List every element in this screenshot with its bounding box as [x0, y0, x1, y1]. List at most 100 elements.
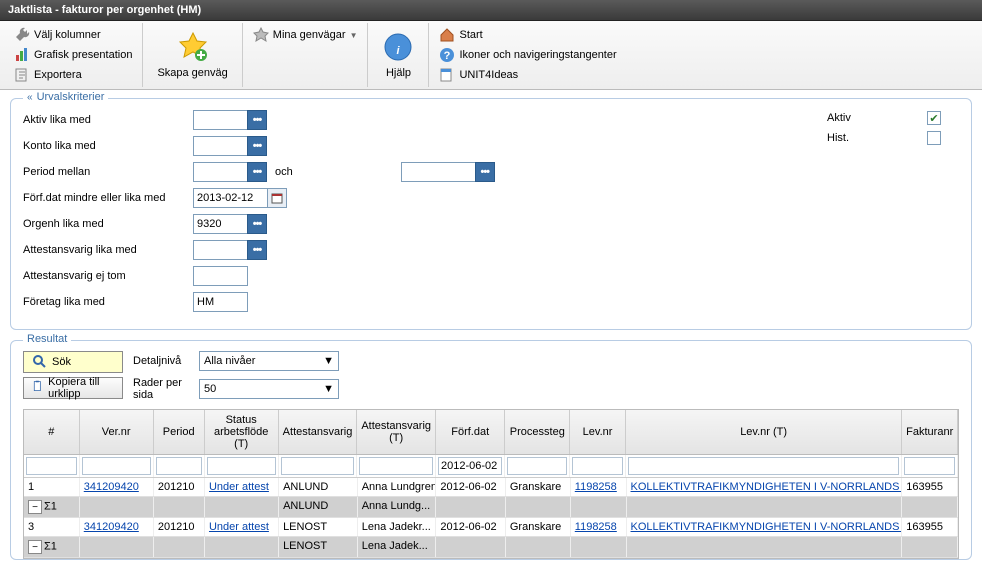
unit4ideas-button[interactable]: UNIT4Ideas	[435, 65, 522, 85]
col-proc[interactable]: Processteg	[505, 410, 570, 454]
bar-chart-icon	[14, 47, 30, 63]
my-shortcuts-button[interactable]: Mina genvägar ▼	[249, 25, 362, 45]
table-row[interactable]: 3341209420201210Under attestLENOSTLena J…	[24, 518, 958, 537]
copy-clipboard-button[interactable]: Kopiera till urklipp	[23, 377, 123, 399]
filter-lev-t[interactable]	[628, 457, 900, 475]
attest-ej-input[interactable]	[193, 266, 248, 286]
attest-label: Attestansvarig lika med	[23, 244, 193, 256]
rader-select[interactable]: 50 ▼	[199, 379, 339, 399]
filter-forf[interactable]	[438, 457, 502, 475]
cell: KOLLEKTIVTRAFIKMYNDIGHETEN I V-NORRLANDS…	[627, 478, 903, 496]
aktiv-lookup-button[interactable]: •••	[247, 110, 267, 130]
hist-checkbox[interactable]	[927, 131, 941, 145]
cell: KOLLEKTIVTRAFIKMYNDIGHETEN I V-NORRLANDS…	[627, 518, 903, 536]
col-attest-t[interactable]: Attestansvarig (T)	[357, 410, 436, 454]
orgenh-input[interactable]	[193, 214, 248, 234]
criteria-fieldset: « Urvalskriterier Aktiv lika med ••• Kon…	[10, 98, 972, 330]
my-shortcuts-label: Mina genvägar	[273, 29, 346, 41]
question-icon: ?	[439, 47, 455, 63]
konto-input[interactable]	[193, 136, 248, 156]
ver-link[interactable]: 341209420	[84, 521, 139, 533]
lev-t-link[interactable]: KOLLEKTIVTRAFIKMYNDIGHETEN I V-NORRLANDS…	[631, 521, 903, 533]
choose-columns-button[interactable]: Välj kolumner	[10, 25, 105, 45]
cell: 163955	[902, 478, 958, 496]
filter-lev[interactable]	[572, 457, 623, 475]
collapse-icon[interactable]: −	[28, 500, 42, 514]
info-icon: i	[382, 31, 414, 63]
start-button[interactable]: Start	[435, 25, 486, 45]
result-fieldset: Resultat Sök Kopiera till urklipp Detalj…	[10, 340, 972, 560]
table-row[interactable]: −Σ1ANLUNDAnna Lundg...	[24, 497, 958, 518]
filter-fakt[interactable]	[904, 457, 955, 475]
table-row[interactable]: −Σ1LENOSTLena Jadek...	[24, 537, 958, 558]
choose-columns-label: Välj kolumner	[34, 29, 101, 41]
create-shortcut-button[interactable]: Skapa genväg	[149, 29, 235, 81]
period-to-input[interactable]	[401, 162, 476, 182]
col-num[interactable]: #	[24, 410, 80, 454]
period-from-input[interactable]	[193, 162, 248, 182]
criteria-legend[interactable]: « Urvalskriterier	[23, 91, 108, 103]
filter-period[interactable]	[156, 457, 202, 475]
lev-t-link[interactable]: KOLLEKTIVTRAFIKMYNDIGHETEN I V-NORRLANDS…	[631, 481, 903, 493]
ver-link[interactable]: 341209420	[84, 481, 139, 493]
cell	[80, 537, 154, 557]
graphic-presentation-button[interactable]: Grafisk presentation	[10, 45, 136, 65]
cell	[205, 537, 279, 557]
export-icon	[14, 67, 30, 83]
col-ver[interactable]: Ver.nr	[80, 410, 154, 454]
period-from-lookup-button[interactable]: •••	[247, 162, 267, 182]
result-grid: # Ver.nr Period Status arbetsflöde (T) A…	[23, 409, 959, 559]
filter-ver[interactable]	[82, 457, 151, 475]
aktiv-checkbox[interactable]: ✔	[927, 111, 941, 125]
window-title: Jaktlista - fakturor per orgenhet (HM)	[0, 0, 982, 21]
icons-nav-button[interactable]: ? Ikoner och navigeringstangenter	[435, 45, 620, 65]
foretag-input[interactable]	[193, 292, 248, 312]
forfdat-input[interactable]	[193, 188, 268, 208]
filter-status[interactable]	[207, 457, 276, 475]
lev-link[interactable]: 1198258	[575, 521, 617, 533]
attest-input[interactable]	[193, 240, 248, 260]
rader-label: Rader per sida	[133, 377, 193, 401]
cell	[436, 537, 506, 557]
home-icon	[439, 27, 455, 43]
orgenh-label: Orgenh lika med	[23, 218, 193, 230]
orgenh-lookup-button[interactable]: •••	[247, 214, 267, 234]
detaljniva-select[interactable]: Alla nivåer ▼	[199, 351, 339, 371]
filter-attest-t[interactable]	[359, 457, 433, 475]
search-icon	[32, 354, 48, 370]
cell: −Σ1	[24, 537, 80, 557]
cell: Lena Jadekr...	[358, 518, 437, 536]
cell: Lena Jadek...	[358, 537, 437, 557]
cell	[80, 497, 154, 517]
lev-link[interactable]: 1198258	[575, 481, 617, 493]
search-button[interactable]: Sök	[23, 351, 123, 373]
cell	[154, 497, 205, 517]
filter-num[interactable]	[26, 457, 77, 475]
aktiv-input[interactable]	[193, 110, 248, 130]
forfdat-calendar-button[interactable]	[267, 188, 287, 208]
period-to-lookup-button[interactable]: •••	[475, 162, 495, 182]
collapse-icon[interactable]: −	[28, 540, 42, 554]
help-button[interactable]: i Hjälp	[374, 29, 422, 81]
attest-lookup-button[interactable]: •••	[247, 240, 267, 260]
table-row[interactable]: 1341209420201210Under attestANLUNDAnna L…	[24, 478, 958, 497]
filter-attest[interactable]	[281, 457, 355, 475]
cell	[571, 537, 627, 557]
filter-proc[interactable]	[507, 457, 567, 475]
col-forf[interactable]: Förf.dat	[436, 410, 505, 454]
col-period[interactable]: Period	[154, 410, 205, 454]
och-label: och	[275, 166, 293, 178]
cell	[436, 497, 506, 517]
help-label: Hjälp	[386, 67, 411, 79]
cell	[627, 497, 903, 517]
export-button[interactable]: Exportera	[10, 65, 86, 85]
status-link[interactable]: Under attest	[209, 481, 269, 493]
col-lev-t[interactable]: Lev.nr (T)	[626, 410, 903, 454]
col-attest[interactable]: Attestansvarig	[279, 410, 358, 454]
konto-lookup-button[interactable]: •••	[247, 136, 267, 156]
status-link[interactable]: Under attest	[209, 521, 269, 533]
col-lev[interactable]: Lev.nr	[570, 410, 626, 454]
col-status[interactable]: Status arbetsflöde (T)	[205, 410, 279, 454]
cell	[506, 497, 571, 517]
col-fakt[interactable]: Fakturanr	[902, 410, 958, 454]
